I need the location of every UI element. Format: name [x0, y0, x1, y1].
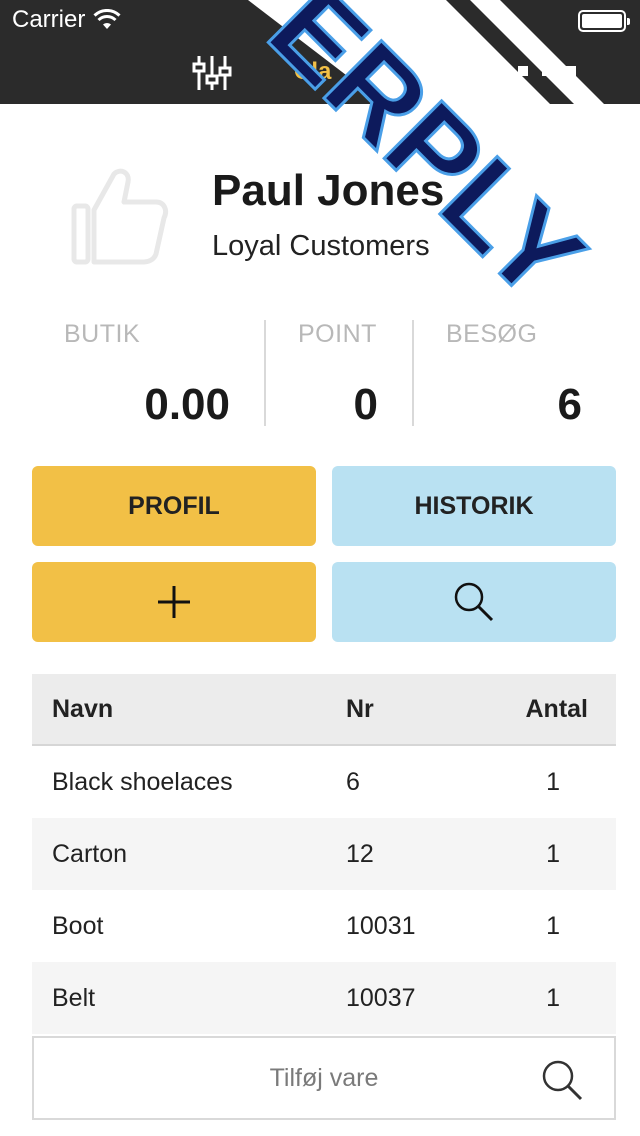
table-row[interactable]: Carton 12 1	[32, 818, 616, 890]
search-icon[interactable]	[540, 1058, 584, 1102]
add-button[interactable]	[32, 562, 316, 642]
header-qty: Antal	[525, 694, 589, 723]
stat-value-point: 0	[353, 380, 378, 429]
thumbs-up-icon	[71, 168, 169, 265]
row-name: Black shoelaces	[52, 767, 233, 796]
items-table: Navn Nr Antal Black shoelaces 6 1 Carton…	[32, 674, 616, 1034]
table-header: Navn Nr Antal	[32, 674, 616, 746]
header-name: Navn	[52, 694, 114, 723]
status-carrier: Carrier	[12, 6, 121, 34]
table-row[interactable]: Black shoelaces 6 1	[32, 746, 616, 818]
table-row[interactable]: Boot 10031 1	[32, 890, 616, 962]
stat-label-besog: BESØG	[446, 320, 538, 348]
search-icon	[454, 582, 494, 622]
table-row[interactable]: Belt 10037 1	[32, 962, 616, 1034]
customer-name: Paul Jones	[212, 166, 445, 215]
history-button[interactable]: HISTORIK	[332, 466, 616, 546]
row-name: Carton	[52, 839, 128, 868]
row-nr: 6	[346, 767, 360, 796]
plus-icon	[158, 586, 190, 618]
row-qty: 1	[546, 839, 560, 868]
stat-value-besog: 6	[557, 380, 582, 429]
carrier-label: Carrier	[12, 6, 86, 33]
row-qty: 1	[546, 911, 560, 940]
profile-button[interactable]: PROFIL	[32, 466, 316, 546]
header-nr: Nr	[346, 694, 374, 723]
customer-group: Loyal Customers	[212, 230, 430, 262]
stat-label-butik: BUTIK	[64, 320, 141, 348]
add-item-input[interactable]	[104, 1063, 544, 1093]
stat-divider	[264, 320, 266, 426]
stat-divider	[412, 320, 414, 426]
row-name: Belt	[52, 983, 96, 1012]
wifi-icon	[93, 9, 121, 29]
top-bar: Carrier Cla	[0, 0, 640, 104]
battery-icon	[578, 10, 630, 32]
row-qty: 1	[546, 983, 560, 1012]
stat-value-butik: 0.00	[144, 380, 230, 429]
row-nr: 10031	[346, 911, 416, 940]
filter-sliders-icon[interactable]	[192, 54, 232, 92]
more-icon[interactable]	[518, 66, 576, 76]
stat-label-point: POINT	[298, 320, 377, 348]
search-button[interactable]	[332, 562, 616, 642]
row-nr: 10037	[346, 983, 416, 1012]
nav-active-tab[interactable]: Cla	[294, 58, 331, 86]
row-nr: 12	[346, 839, 374, 868]
row-qty: 1	[546, 767, 560, 796]
add-item-bar	[32, 1036, 616, 1120]
row-name: Boot	[52, 911, 104, 940]
